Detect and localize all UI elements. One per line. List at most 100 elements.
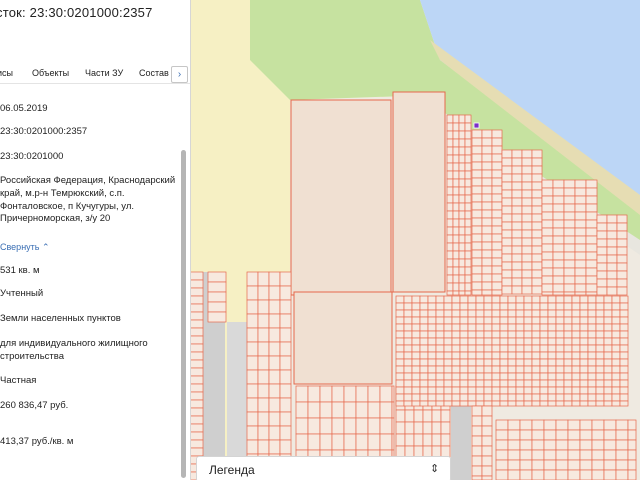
parcel[interactable]: [458, 130, 466, 140]
parcel[interactable]: [591, 429, 605, 441]
parcel[interactable]: [547, 393, 557, 402]
parcel[interactable]: [464, 282, 472, 292]
parcel[interactable]: [491, 249, 503, 259]
parcel[interactable]: [539, 323, 549, 332]
parcel[interactable]: [585, 179, 598, 189]
parcel[interactable]: [521, 245, 533, 255]
parcel[interactable]: [481, 137, 493, 147]
parcel[interactable]: [246, 341, 259, 357]
parcel[interactable]: [595, 386, 605, 395]
parcel[interactable]: [507, 393, 517, 402]
parcel[interactable]: [507, 344, 517, 353]
parcel[interactable]: [531, 277, 543, 287]
parcel[interactable]: [574, 259, 587, 269]
parcel[interactable]: [552, 203, 565, 213]
parcel[interactable]: [491, 129, 503, 139]
parcel[interactable]: [458, 146, 466, 156]
parcel[interactable]: [555, 323, 565, 332]
parcel[interactable]: [552, 291, 565, 296]
parcel[interactable]: [481, 129, 493, 139]
parcel[interactable]: [446, 290, 454, 296]
parcel[interactable]: [189, 447, 204, 457]
parcel[interactable]: [458, 202, 466, 212]
parcel[interactable]: [603, 419, 617, 431]
parcel[interactable]: [523, 400, 533, 407]
parcel[interactable]: [603, 316, 613, 325]
parcel[interactable]: [481, 415, 493, 427]
parcel[interactable]: [579, 419, 593, 431]
parcel[interactable]: [446, 114, 454, 124]
parcel[interactable]: [543, 419, 557, 431]
parcel[interactable]: [539, 358, 549, 367]
parcel[interactable]: [491, 295, 501, 304]
parcel[interactable]: [443, 351, 453, 360]
parcel[interactable]: [471, 425, 483, 437]
parcel[interactable]: [499, 309, 509, 318]
parcel[interactable]: [603, 344, 613, 353]
parcel[interactable]: [481, 225, 493, 235]
parcel[interactable]: [268, 327, 281, 343]
parcel[interactable]: [481, 169, 493, 179]
parcel[interactable]: [279, 439, 292, 455]
parcel[interactable]: [596, 214, 608, 224]
parcel[interactable]: [475, 323, 485, 332]
parcel[interactable]: [596, 230, 608, 240]
parcel[interactable]: [531, 229, 543, 239]
parcel[interactable]: [519, 439, 533, 451]
parcel[interactable]: [491, 201, 503, 211]
parcel[interactable]: [268, 383, 281, 399]
parcel[interactable]: [189, 399, 204, 409]
parcel[interactable]: [452, 266, 460, 276]
parcel[interactable]: [541, 283, 554, 293]
parcel[interactable]: [585, 219, 598, 229]
parcel[interactable]: [464, 226, 472, 236]
parcel[interactable]: [615, 429, 629, 441]
parcel[interactable]: [427, 351, 437, 360]
parcel[interactable]: [464, 162, 472, 172]
parcel[interactable]: [331, 417, 345, 435]
parcel[interactable]: [452, 202, 460, 212]
parcel[interactable]: [471, 217, 483, 227]
parcel[interactable]: [611, 309, 621, 318]
parcel[interactable]: [411, 372, 421, 381]
parcel[interactable]: [395, 351, 405, 360]
parcel[interactable]: [619, 365, 629, 374]
parcel[interactable]: [451, 393, 461, 402]
parcel[interactable]: [452, 282, 460, 292]
parcel[interactable]: [507, 302, 517, 311]
parcel[interactable]: [343, 401, 357, 419]
parcel[interactable]: [531, 295, 541, 304]
large-parcel-2[interactable]: [392, 91, 446, 293]
parcel[interactable]: [451, 344, 461, 353]
parcel[interactable]: [615, 449, 629, 461]
parcel[interactable]: [547, 316, 557, 325]
parcel[interactable]: [279, 383, 292, 399]
parcel[interactable]: [587, 323, 597, 332]
parcel[interactable]: [279, 341, 292, 357]
parcel[interactable]: [464, 194, 472, 204]
parcel[interactable]: [619, 372, 629, 381]
parcel[interactable]: [531, 309, 541, 318]
parcel[interactable]: [471, 201, 483, 211]
parcel[interactable]: [419, 337, 429, 346]
parcel[interactable]: [611, 351, 621, 360]
parcel[interactable]: [523, 302, 533, 311]
parcel[interactable]: [507, 419, 521, 431]
parcel[interactable]: [541, 203, 554, 213]
parcel[interactable]: [491, 257, 503, 267]
parcel[interactable]: [279, 299, 292, 315]
parcel[interactable]: [491, 289, 503, 296]
parcel[interactable]: [491, 241, 503, 251]
parcel[interactable]: [467, 309, 477, 318]
parcel[interactable]: [435, 344, 445, 353]
parcel[interactable]: [521, 261, 533, 271]
parcel[interactable]: [471, 169, 483, 179]
parcel[interactable]: [547, 400, 557, 407]
parcel[interactable]: [531, 221, 543, 231]
parcel[interactable]: [411, 330, 421, 339]
parcel[interactable]: [452, 170, 460, 180]
parcel[interactable]: [563, 187, 576, 197]
parcel[interactable]: [481, 265, 493, 275]
parcel[interactable]: [189, 359, 204, 369]
parcel[interactable]: [531, 323, 541, 332]
